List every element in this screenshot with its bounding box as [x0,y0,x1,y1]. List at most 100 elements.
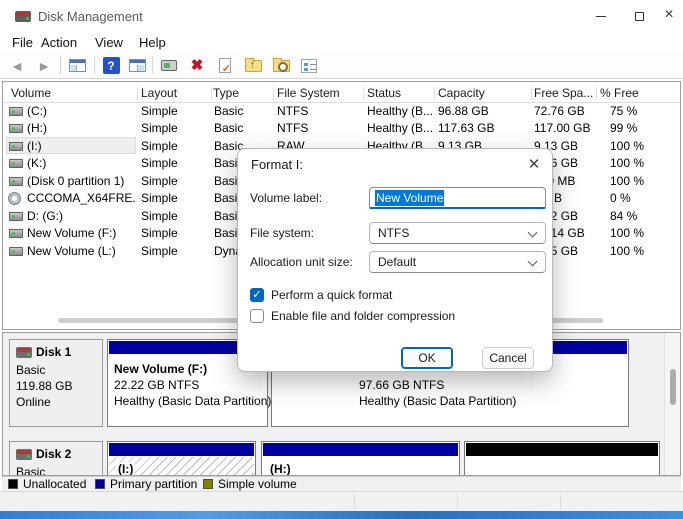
volume-label-label: Volume label: [250,191,322,205]
partition-size: 22.22 GB NTFS [114,378,199,392]
partition-color-bar [466,443,658,456]
compression-label: Enable file and folder compression [271,309,455,323]
menu-action[interactable]: Action [41,35,77,50]
minimize-icon [596,16,606,17]
partition-h[interactable]: (H:) [261,441,460,476]
show-action-pane-button[interactable] [126,55,148,76]
column-header-filesystem[interactable]: File System [277,85,340,102]
partition-unallocated[interactable] [464,441,660,476]
legend-simple-label: Simple volume [218,477,297,491]
refresh-console-button[interactable] [158,55,180,76]
cell-capacity: 117.63 GB [438,120,530,137]
dialog-close-button[interactable]: ✕ [522,153,546,175]
cell-volume: New Volume (F:) [27,225,137,242]
cell-layout: Simple [141,173,211,190]
cell-volume: CCCOMA_X64FRE... [27,190,137,207]
volume-label-input[interactable]: New Volume [369,187,546,209]
help-button[interactable]: ? [100,55,122,76]
disk1-type: Basic [16,363,45,377]
menu-view[interactable]: View [95,35,123,50]
disk1-size: 119.88 GB [16,379,72,393]
partition-i-selected[interactable]: (I:) [107,441,256,476]
disk2-label-panel[interactable]: Disk 2 Basic [9,441,103,476]
help-icon: ? [103,57,120,74]
close-icon: ✕ [528,155,541,173]
minimize-button[interactable] [586,5,616,27]
column-header-type[interactable]: Type [213,85,239,102]
back-button[interactable]: ◄ [6,55,28,76]
disk-icon [16,347,32,358]
cell-layout: Simple [141,208,211,225]
cell-layout: Simple [141,225,211,242]
column-header-layout[interactable]: Layout [141,85,177,102]
disk1-status: Online [16,395,51,409]
disk1-label-panel[interactable]: Disk 1 Basic 119.88 GB Online [9,339,103,427]
validate-button[interactable] [214,55,236,76]
partition-color-bar [263,443,458,456]
cell-pctfree: 99 % [610,120,680,137]
volume-disk-icon [9,212,23,221]
volume-disk-icon [9,177,23,186]
cell-type: Basic [214,103,272,120]
explore-button[interactable] [270,55,292,76]
delete-button[interactable]: ✖ [186,55,208,76]
unallocated-swatch [8,479,18,489]
table-row[interactable]: (C:) Simple Basic NTFS Healthy (B... 96.… [3,103,681,120]
table-row[interactable]: (H:) Simple Basic NTFS Healthy (B... 117… [3,120,681,137]
menu-file[interactable]: File [12,35,33,50]
cell-volume: (Disk 0 partition 1) [27,173,137,190]
menu-help[interactable]: Help [139,35,166,50]
cell-status: Healthy (B... [367,120,434,137]
vertical-scrollbar-thumb[interactable] [670,369,676,405]
cell-layout: Simple [141,190,211,207]
properties-button[interactable] [298,55,320,76]
close-icon: × [664,6,673,24]
forward-arrow-icon: ► [37,59,51,73]
column-header-status[interactable]: Status [367,85,401,102]
chevron-down-icon [528,228,538,238]
quick-format-label: Perform a quick format [271,288,392,302]
computer-console-icon [161,60,177,71]
quick-format-checkbox[interactable]: ✓ [250,288,264,302]
show-console-tree-button[interactable] [66,55,88,76]
volume-disk-icon [9,142,23,151]
cell-filesystem: NTFS [277,103,361,120]
cell-freespace: 72.76 GB [534,103,596,120]
column-header-volume[interactable]: Volume [11,85,51,102]
close-button[interactable]: × [654,4,683,26]
ok-button[interactable]: OK [401,347,453,369]
cell-layout: Simple [141,120,211,137]
dialog-title: Format I: [251,157,303,172]
compression-checkbox[interactable] [250,309,264,323]
properties-list-icon [301,59,317,73]
forward-button[interactable]: ► [33,55,55,76]
disk-management-window: Disk Management × File Action View Help … [0,0,683,511]
volume-disk-icon [9,159,23,168]
cancel-button[interactable]: Cancel [482,347,534,369]
cd-rom-icon [8,192,21,205]
partition-size: 97.66 GB NTFS [359,378,444,392]
file-system-select[interactable]: NTFS [369,222,546,244]
partition-name: (I:) [116,462,135,476]
vertical-scrollbar[interactable] [664,333,680,475]
disk2-type: Basic [16,465,45,476]
open-button[interactable] [242,55,264,76]
cell-capacity: 96.88 GB [438,103,530,120]
title-bar: Disk Management × [0,0,683,32]
cell-status: Healthy (B... [367,103,434,120]
disk2-name: Disk 2 [36,447,71,461]
allocation-select[interactable]: Default [369,251,546,273]
cell-pctfree: 100 % [610,225,680,242]
legend-bar: Unallocated Primary partition Simple vol… [2,476,681,491]
maximize-button[interactable] [624,5,654,27]
cell-pctfree: 100 % [610,243,680,260]
desktop-background: Disk Management × File Action View Help … [0,0,683,519]
cell-freespace: 117.00 GB [534,120,596,137]
volume-disk-icon [9,229,23,238]
column-header-capacity[interactable]: Capacity [438,85,485,102]
partition-color-bar [109,443,254,456]
folder-up-icon [245,60,262,72]
column-header-freespace[interactable]: Free Spa... [534,85,593,102]
column-header-pctfree[interactable]: % Free [600,85,639,102]
legend-primary-label: Primary partition [110,477,197,491]
